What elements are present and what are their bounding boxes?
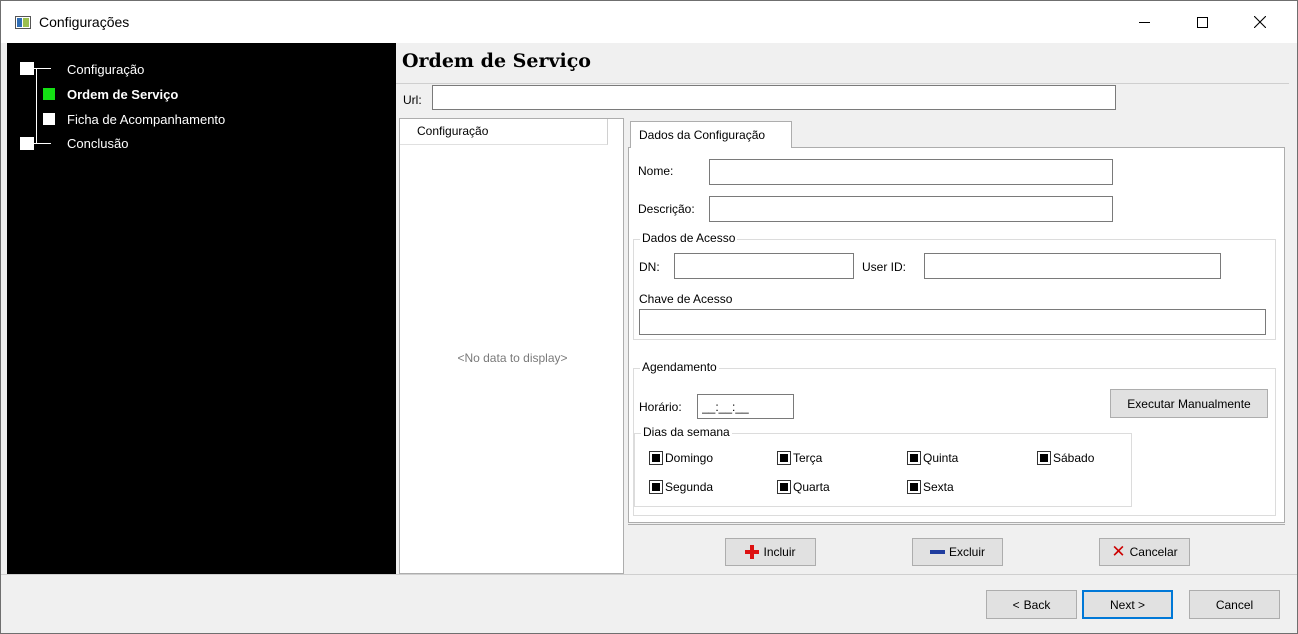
- main-content: Ordem de Serviço Url: Configuração <No d…: [396, 43, 1289, 574]
- cancel-x-icon: ✕: [1111, 542, 1126, 561]
- tab-dados-da-configuracao[interactable]: Dados da Configuração: [630, 121, 792, 148]
- page-title: Ordem de Serviço: [402, 50, 591, 72]
- configuration-list[interactable]: Configuração <No data to display>: [399, 118, 624, 574]
- excluir-button[interactable]: Excluir: [912, 538, 1003, 566]
- close-icon: [1254, 16, 1266, 28]
- url-bar: Url:: [396, 83, 1289, 118]
- tab-area: Dados da Configuração Nome: Descrição: D…: [628, 118, 1285, 524]
- minimize-button[interactable]: [1121, 1, 1167, 43]
- checkbox-quinta[interactable]: Quinta: [907, 451, 958, 465]
- descricao-field[interactable]: [709, 196, 1113, 222]
- wizard-steps-panel: Configuração Ordem de Serviço Ficha de A…: [7, 43, 396, 574]
- cancelar-label: Cancelar: [1129, 545, 1178, 559]
- back-button[interactable]: < Back: [986, 590, 1077, 619]
- dn-label: DN:: [639, 260, 660, 274]
- app-icon: [15, 16, 31, 29]
- maximize-icon: [1196, 16, 1208, 28]
- agendamento-group: Agendamento Horário: Executar Manualment…: [633, 360, 1276, 516]
- list-column-header[interactable]: Configuração: [400, 119, 608, 145]
- configuracoes-window: Configurações Configuração Ordem de Serv…: [0, 0, 1298, 634]
- step-ordem-de-servico: Ordem de Serviço: [67, 87, 179, 102]
- checkbox-checked-icon: [777, 480, 791, 494]
- wizard-footer: < Back Next > Cancel: [1, 574, 1297, 633]
- checkbox-segunda[interactable]: Segunda: [649, 480, 713, 494]
- horario-field[interactable]: [697, 394, 794, 419]
- checkbox-quarta[interactable]: Quarta: [777, 480, 830, 494]
- cancelar-button[interactable]: ✕ Cancelar: [1099, 538, 1190, 566]
- dias-da-semana-group: Dias da semana Domingo Terça Quinta Sába…: [634, 425, 1132, 507]
- checkbox-checked-icon: [1037, 451, 1051, 465]
- dados-de-acesso-group: Dados de Acesso DN: User ID: Chave de Ac…: [633, 231, 1276, 340]
- nome-label: Nome:: [638, 164, 674, 178]
- horario-label: Horário:: [639, 400, 682, 414]
- checkbox-sexta[interactable]: Sexta: [907, 480, 954, 494]
- checkbox-checked-icon: [777, 451, 791, 465]
- plus-icon: [745, 545, 760, 559]
- chave-de-acesso-field[interactable]: [639, 309, 1266, 335]
- url-label: Url:: [403, 93, 422, 107]
- window-title: Configurações: [39, 14, 130, 30]
- checkbox-domingo[interactable]: Domingo: [649, 451, 713, 465]
- next-button[interactable]: Next >: [1082, 590, 1173, 619]
- dn-field[interactable]: [674, 253, 854, 279]
- list-empty-message: <No data to display>: [457, 351, 568, 365]
- agendamento-title: Agendamento: [640, 360, 719, 374]
- minus-icon: [929, 550, 945, 554]
- step-conclusao: Conclusão: [67, 136, 129, 151]
- checkbox-sabado[interactable]: Sábado: [1037, 451, 1094, 465]
- incluir-button[interactable]: Incluir: [725, 538, 816, 566]
- step-marker-pending: [20, 137, 34, 150]
- step-marker-current: [43, 88, 55, 100]
- back-label: Back: [1023, 597, 1051, 612]
- excluir-label: Excluir: [948, 545, 985, 559]
- user-id-label: User ID:: [862, 260, 907, 274]
- step-configuracao: Configuração: [67, 62, 145, 77]
- chave-de-acesso-label: Chave de Acesso: [639, 292, 733, 306]
- checkbox-checked-icon: [649, 451, 663, 465]
- action-bar: Incluir Excluir ✕ Cancelar: [628, 524, 1285, 574]
- step-ficha-de-acompanhamento: Ficha de Acompanhamento: [67, 112, 226, 127]
- dias-da-semana-title: Dias da semana: [641, 425, 732, 439]
- step-marker-pending: [43, 113, 55, 125]
- descricao-label: Descrição:: [638, 202, 695, 216]
- step-connector-line: [36, 68, 37, 144]
- incluir-label: Incluir: [763, 545, 796, 559]
- maximize-button[interactable]: [1179, 1, 1225, 43]
- user-id-field[interactable]: [924, 253, 1221, 279]
- url-input[interactable]: [432, 85, 1116, 110]
- step-marker-done: [20, 62, 34, 75]
- cancel-button[interactable]: Cancel: [1189, 590, 1280, 619]
- title-bar: Configurações: [1, 1, 1297, 43]
- checkbox-terca[interactable]: Terça: [777, 451, 822, 465]
- nome-field[interactable]: [709, 159, 1113, 185]
- checkbox-checked-icon: [907, 480, 921, 494]
- checkbox-checked-icon: [907, 451, 921, 465]
- minimize-icon: [1138, 21, 1150, 23]
- dados-de-acesso-title: Dados de Acesso: [640, 231, 738, 245]
- close-button[interactable]: [1237, 1, 1283, 43]
- executar-manualmente-button[interactable]: Executar Manualmente: [1110, 389, 1268, 418]
- tab-panel: Nome: Descrição: Dados de Acesso DN: Use…: [628, 147, 1285, 523]
- checkbox-checked-icon: [649, 480, 663, 494]
